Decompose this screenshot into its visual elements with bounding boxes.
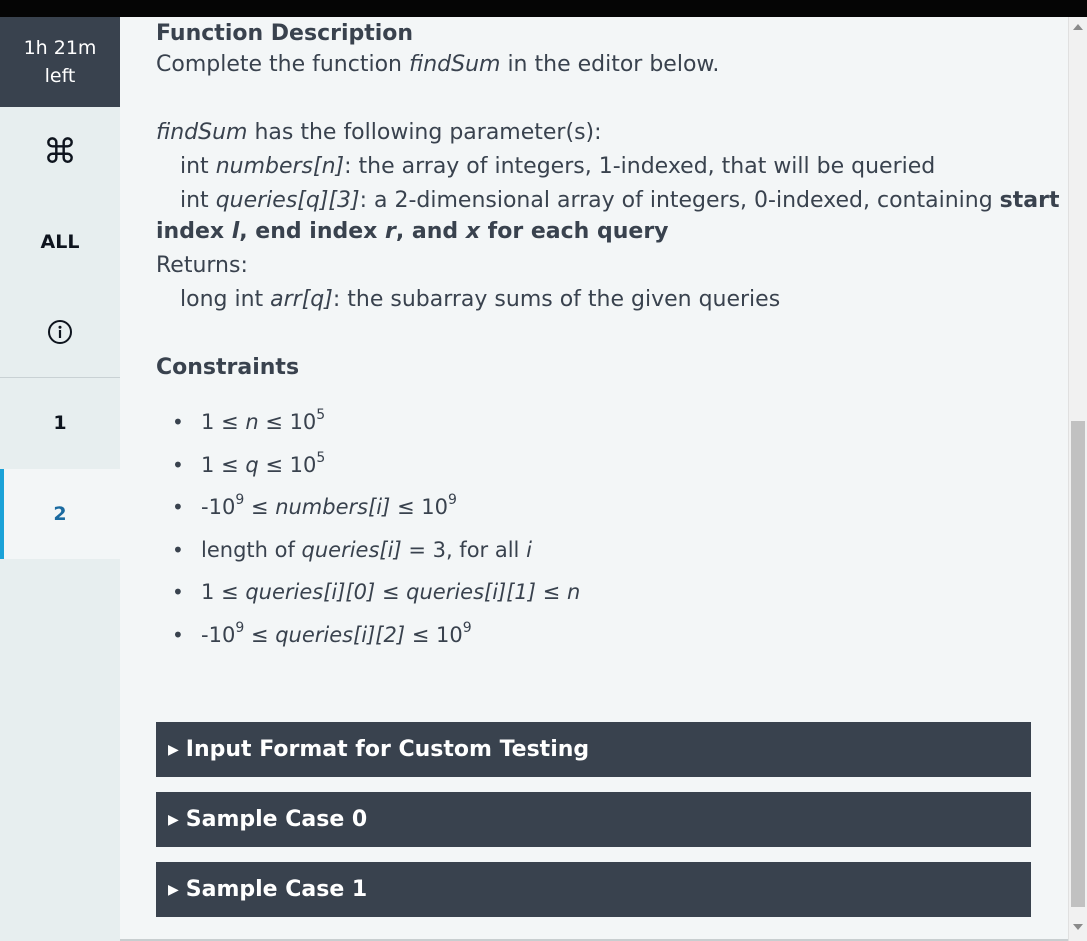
top-bar xyxy=(0,0,1087,17)
exponent: 5 xyxy=(316,449,326,466)
param-desc-bold: start xyxy=(999,188,1060,213)
constraint-var: queries[i][2] xyxy=(275,622,406,647)
constraints-heading: Constraints xyxy=(156,355,300,380)
time-remaining-value: 1h 21m xyxy=(23,37,97,59)
command-button[interactable]: ⌘ xyxy=(0,107,120,197)
return-desc: : the subarray sums of the given queries xyxy=(332,287,781,312)
constraint-text: 1 ≤ xyxy=(201,580,246,605)
var-r: r xyxy=(385,219,396,244)
constraint-var: queries[i][1] xyxy=(406,580,536,605)
constraint-text: ≤ xyxy=(535,580,567,605)
scrollbar-thumb[interactable] xyxy=(1071,421,1085,907)
var-x: x xyxy=(465,219,481,244)
constraint-text: ≤ xyxy=(375,580,407,605)
exponent: 9 xyxy=(235,492,245,509)
constraint-text: ≤ 10 xyxy=(405,622,463,647)
parameters-intro: findSum has the following parameter(s): xyxy=(156,117,602,149)
constraint-var: i xyxy=(526,537,532,562)
constraint-text: = 3, for all xyxy=(401,537,527,562)
constraint-var: n xyxy=(566,580,581,605)
param-desc: : a 2-dimensional array of integers, 0-i… xyxy=(359,188,1000,213)
constraint-text: 1 ≤ xyxy=(201,410,246,434)
question-number: 1 xyxy=(53,412,67,434)
param-desc-bold: for each query xyxy=(480,219,669,244)
constraint-text: ≤ xyxy=(244,495,276,520)
time-remaining-label: left xyxy=(44,65,76,87)
accordion-label: Sample Case 1 xyxy=(185,877,368,902)
info-icon xyxy=(48,320,72,344)
scroll-down-arrow-icon[interactable] xyxy=(1073,924,1083,930)
function-name: findSum xyxy=(156,120,248,145)
constraint-var: queries[i][0] xyxy=(245,580,376,605)
exponent: 9 xyxy=(447,492,457,509)
all-questions-label: ALL xyxy=(40,231,80,253)
constraint-item: -109 ≤ queries[i][2] ≤ 109 xyxy=(156,620,580,663)
function-intro: Complete the function findSum in the edi… xyxy=(156,49,719,81)
sample-case-0-accordion[interactable]: ▶ Sample Case 0 xyxy=(156,792,1031,847)
constraint-text: ≤ 10 xyxy=(258,452,317,477)
question-number: 2 xyxy=(53,503,67,525)
constraint-text: ≤ xyxy=(244,622,276,647)
parameters-text: has the following parameter(s): xyxy=(247,120,602,145)
param-desc-bold: index xyxy=(156,219,232,244)
constraint-item: 1 ≤ q ≤ 105 xyxy=(156,450,580,493)
constraint-text: -10 xyxy=(201,495,236,520)
constraint-item: -109 ≤ numbers[i] ≤ 109 xyxy=(156,492,580,535)
triangle-right-icon: ▶ xyxy=(168,881,179,898)
sidebar-item-question-1[interactable]: 1 xyxy=(0,378,120,468)
all-questions-button[interactable]: ALL xyxy=(0,197,120,287)
accordion-label: Sample Case 0 xyxy=(185,807,368,832)
param-queries-cont: index l, end index r, and x for each que… xyxy=(156,216,669,248)
constraint-var: numbers[i] xyxy=(275,495,391,520)
exponent: 9 xyxy=(462,619,472,636)
exponent: 5 xyxy=(316,407,326,423)
param-name: numbers[n] xyxy=(215,154,345,179)
accordion-label: Input Format for Custom Testing xyxy=(185,737,590,762)
param-name: queries[q][3] xyxy=(215,188,360,213)
param-desc-bold: , end index xyxy=(239,219,386,244)
constraint-text: -10 xyxy=(201,622,236,647)
constraint-text: ≤ 10 xyxy=(258,410,317,434)
scroll-up-arrow-icon[interactable] xyxy=(1073,24,1083,30)
info-button[interactable] xyxy=(0,287,120,377)
sidebar-item-question-2[interactable]: 2 xyxy=(0,469,120,559)
function-description-heading: Function Description xyxy=(156,21,414,46)
constraint-var: n xyxy=(245,410,259,434)
intro-text: Complete the function xyxy=(156,52,409,77)
constraint-text: 1 ≤ xyxy=(201,452,246,477)
constraints-list: 1 ≤ n ≤ 105 1 ≤ q ≤ 105 -109 ≤ numbers[i… xyxy=(156,407,580,663)
triangle-right-icon: ▶ xyxy=(168,811,179,828)
return-value: long int arr[q]: the subarray sums of th… xyxy=(180,284,780,316)
returns-heading: Returns: xyxy=(156,253,248,278)
return-type: long int xyxy=(180,287,271,312)
param-desc: : the array of integers, 1-indexed, that… xyxy=(344,154,936,179)
intro-text-end: in the editor below. xyxy=(500,52,720,77)
param-type: int xyxy=(180,188,216,213)
sidebar: 1h 21m left ⌘ ALL 1 2 xyxy=(0,17,120,941)
param-numbers: int numbers[n]: the array of integers, 1… xyxy=(180,151,935,183)
vertical-scrollbar[interactable] xyxy=(1068,17,1087,941)
constraint-item: 1 ≤ n ≤ 105 xyxy=(156,407,580,450)
command-icon: ⌘ xyxy=(43,132,77,172)
return-name: arr[q] xyxy=(270,287,333,312)
constraint-var: q xyxy=(245,452,259,477)
param-type: int xyxy=(180,154,216,179)
input-format-accordion[interactable]: ▶ Input Format for Custom Testing xyxy=(156,722,1031,777)
function-name: findSum xyxy=(408,52,501,77)
constraint-item: length of queries[i] = 3, for all i xyxy=(156,535,580,578)
constraint-item: 1 ≤ queries[i][0] ≤ queries[i][1] ≤ n xyxy=(156,577,580,620)
time-remaining: 1h 21m left xyxy=(0,17,120,107)
triangle-right-icon: ▶ xyxy=(168,741,179,758)
param-desc-bold: , and xyxy=(395,219,466,244)
param-queries: int queries[q][3]: a 2-dimensional array… xyxy=(180,185,1059,217)
exponent: 9 xyxy=(235,619,245,636)
constraint-var: queries[i] xyxy=(301,537,402,562)
constraint-text: length of xyxy=(201,537,302,562)
sample-case-1-accordion[interactable]: ▶ Sample Case 1 xyxy=(156,862,1031,917)
constraint-text: ≤ 10 xyxy=(390,495,448,520)
